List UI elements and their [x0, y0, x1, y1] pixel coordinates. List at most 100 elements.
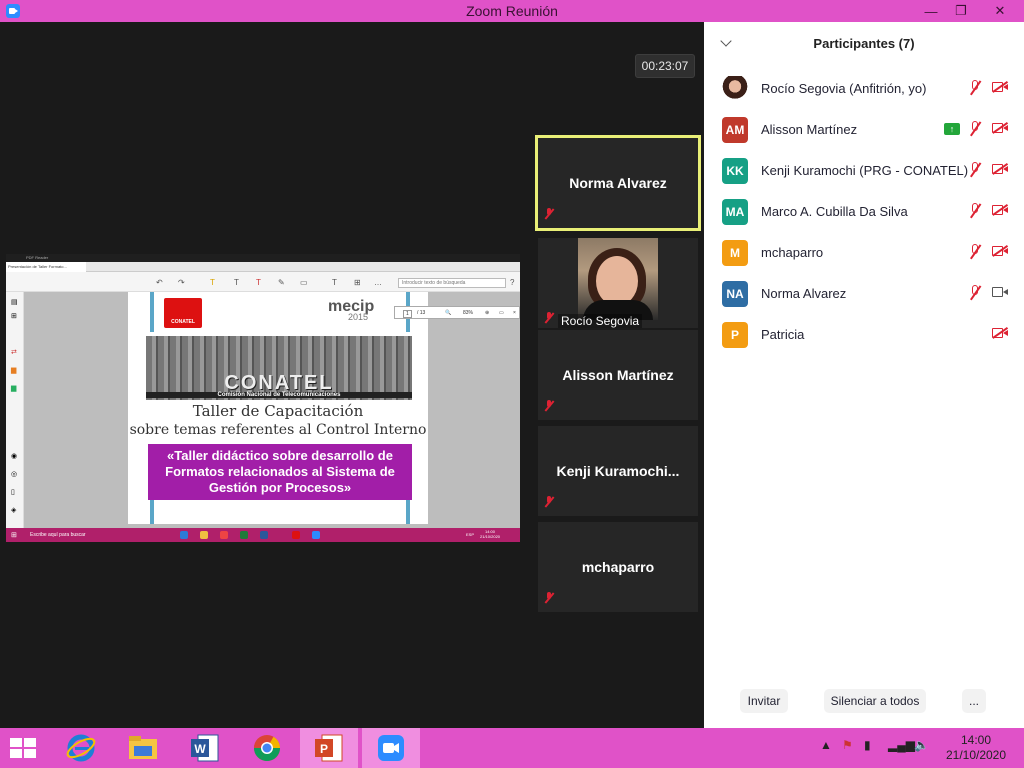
shared-search-text: Escribe aquí para buscar	[30, 532, 86, 538]
avatar: MA	[722, 199, 748, 225]
minimize-button[interactable]: —	[916, 0, 946, 22]
avatar: NA	[722, 281, 748, 307]
participant-row[interactable]: Rocío Segovia (Anfitrión, yo)	[704, 76, 1024, 117]
shared-search-input: Introducir texto de búsqueda	[398, 278, 506, 288]
avatar: KK	[722, 158, 748, 184]
highlight-icon: T	[210, 278, 215, 287]
video-tile-alisson[interactable]: Alisson Martínez	[538, 330, 698, 420]
video-tile-norma[interactable]: Norma Alvarez	[535, 135, 701, 231]
video-off-icon[interactable]	[992, 162, 1008, 175]
avatar: P	[722, 322, 748, 348]
zoom-level: 83%	[463, 310, 474, 316]
redo-icon: ↷	[178, 278, 185, 287]
shared-lang: ESP	[466, 532, 475, 537]
slide-highlight-box: «Taller didáctico sobre desarrollo de Fo…	[148, 444, 412, 500]
shared-word-icon	[260, 531, 268, 539]
close-button[interactable]: ✕	[984, 0, 1016, 22]
muted-mic-icon[interactable]	[968, 285, 982, 301]
word-icon[interactable]: W	[176, 728, 234, 768]
tile-name: Kenji Kuramochi...	[556, 463, 680, 479]
shared-tab: Presentación de Taller Formato...	[6, 261, 86, 272]
attachment-icon: ◈	[11, 507, 17, 514]
slide: CONATEL mecip 2015 CONATEL Comisión Nacio…	[128, 292, 428, 524]
eye-icon: ◎	[11, 471, 18, 478]
video-off-icon[interactable]	[992, 80, 1008, 93]
participant-name: Norma Alvarez	[761, 286, 847, 301]
export-icon: ▆	[11, 367, 17, 374]
participants-panel: Participantes (7) Rocío Segovia (Anfitri…	[704, 22, 1024, 728]
powerpoint-icon[interactable]: P	[300, 728, 358, 768]
more-options-button[interactable]: ...	[962, 689, 986, 713]
participant-name: Alisson Martínez	[761, 122, 858, 137]
zoom-icon[interactable]	[362, 728, 420, 768]
participant-row[interactable]: AM Alisson Martínez ↑	[704, 117, 1024, 158]
battery-icon[interactable]: ▮	[864, 738, 871, 752]
shared-excel-icon	[240, 531, 248, 539]
zoom-in-icon: ⊕	[485, 310, 490, 316]
system-clock[interactable]: 14:00 21/10/2020	[940, 733, 1012, 763]
shared-folder-icon	[200, 531, 208, 539]
pdf-page-zoom-bar: 1 / 13 🔍 83% ⊕ ▭ ×	[394, 306, 520, 319]
eraser-icon: ▭	[300, 278, 308, 287]
muted-mic-icon	[544, 496, 555, 508]
more-icon: …	[374, 278, 382, 287]
building-subcaption: Comisión Nacional de Telecomunicaciones	[146, 392, 412, 398]
video-tile-mchaparro[interactable]: mchaparro	[538, 522, 698, 612]
text-underline-icon: T	[234, 278, 239, 287]
notification-flag-icon[interactable]: ⚑	[842, 738, 853, 752]
network-icon[interactable]: ▂▄▆	[888, 738, 915, 752]
participant-name: Rocío Segovia (Anfitrión, yo)	[761, 81, 927, 96]
chrome-icon[interactable]	[238, 728, 296, 768]
shared-start-icon: ⊞	[11, 532, 17, 539]
video-off-icon[interactable]	[992, 121, 1008, 134]
muted-mic-icon	[544, 592, 555, 604]
participants-footer: Invitar Silenciar a todos ...	[704, 689, 1024, 715]
muted-mic-icon[interactable]	[968, 121, 982, 137]
muted-mic-icon	[544, 208, 555, 220]
video-off-icon[interactable]	[992, 244, 1008, 257]
participant-row[interactable]: Mmchaparro	[704, 240, 1024, 281]
tile-name: Norma Alvarez	[569, 175, 667, 191]
shared-clock: 14:00 21/10/2020	[480, 529, 501, 539]
participants-header: Participantes (7)	[813, 36, 915, 51]
thumbnail-icon: ▤	[11, 299, 18, 306]
invite-button[interactable]: Invitar	[740, 689, 788, 713]
internet-explorer-icon[interactable]	[52, 728, 110, 768]
show-hidden-icons-icon[interactable]: ▲	[820, 738, 832, 752]
zoom-window: Zoom Reunión — ❐ ✕ 00:23:07 PDF Reader P…	[0, 0, 1024, 768]
meeting-timer: 00:23:07	[635, 54, 695, 78]
participant-row[interactable]: MA Marco A. Cubilla Da Silva	[704, 199, 1024, 240]
maximize-button[interactable]: ❐	[946, 0, 976, 22]
shared-taskbar: ⊞ Escribe aquí para buscar ESP 14:00 21/1…	[6, 528, 520, 542]
video-off-icon[interactable]	[992, 203, 1008, 216]
start-button[interactable]	[0, 728, 52, 768]
video-off-icon[interactable]	[992, 326, 1008, 339]
screen-share-icon: ↑	[944, 123, 960, 135]
text-icon: T	[332, 278, 337, 287]
volume-icon[interactable]: 🔈	[914, 738, 929, 752]
muted-mic-icon[interactable]	[968, 244, 982, 260]
stamp-icon: ⊞	[354, 278, 361, 287]
close-zoom-icon: ×	[513, 310, 516, 316]
participant-row[interactable]: P Patricia	[704, 322, 1024, 363]
conatel-logo: CONATEL	[164, 298, 202, 328]
muted-mic-icon[interactable]	[968, 162, 982, 178]
file-explorer-icon[interactable]	[114, 728, 172, 768]
participant-name: Patricia	[761, 327, 805, 342]
svg-text:W: W	[194, 742, 206, 756]
shared-screen[interactable]: PDF Reader Presentación de Taller Format…	[6, 254, 520, 542]
video-stage: 00:23:07 PDF Reader Presentación de Tall…	[0, 22, 704, 728]
video-tile-kenji[interactable]: Kenji Kuramochi...	[538, 426, 698, 516]
participant-row[interactable]: KK Kenji Kuramochi (PRG - CONATEL)	[704, 158, 1024, 199]
shared-left-rail: ▤ ⊞ ⇄ ▆ ▆ ◉ ◎ ▯ ◈	[6, 292, 24, 528]
muted-mic-icon[interactable]	[968, 80, 982, 96]
video-tile-rocio[interactable]: Rocío Segovia	[538, 238, 698, 328]
slide-title-line2: sobre temas referentes al Control Intern…	[129, 422, 427, 438]
muted-mic-icon	[544, 400, 555, 412]
participant-row[interactable]: NA Norma Alvarez	[704, 281, 1024, 322]
muted-mic-icon[interactable]	[968, 203, 982, 219]
avatar: AM	[722, 117, 748, 143]
zoom-out-icon: 🔍	[445, 310, 452, 316]
mute-all-button[interactable]: Silenciar a todos	[824, 689, 926, 713]
video-camera-icon[interactable]	[992, 286, 1008, 298]
